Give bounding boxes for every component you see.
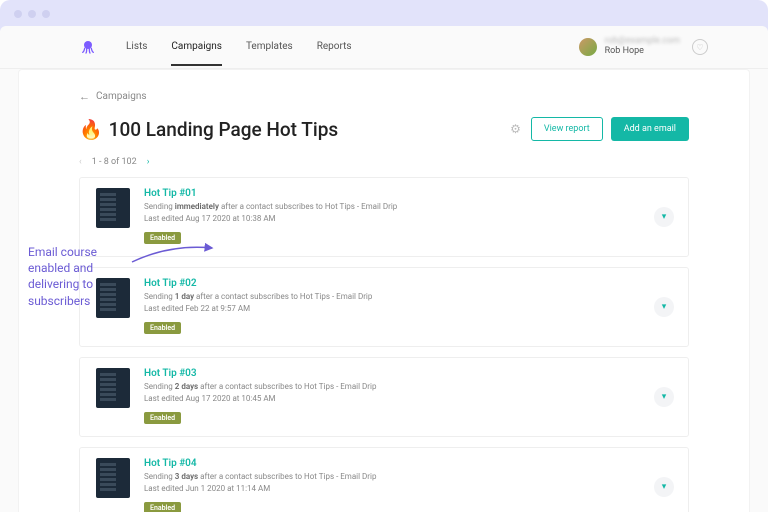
pager: ‹ 1 - 8 of 102 ›: [79, 157, 689, 167]
user-name: Rob Hope: [605, 47, 680, 57]
gear-icon[interactable]: ⚙: [510, 122, 521, 136]
pager-range: 1 - 8 of 102: [92, 157, 137, 167]
email-title: Hot Tip #02: [144, 278, 672, 289]
email-last-edited: Last edited Aug 17 2020 at 10:45 AM: [144, 393, 672, 405]
title-emoji-icon: 🔥: [79, 118, 103, 141]
email-thumbnail: [96, 188, 130, 228]
view-report-button[interactable]: View report: [531, 117, 603, 141]
window-controls: [0, 10, 768, 26]
expand-button[interactable]: ▾: [654, 387, 674, 407]
email-schedule: Sending 2 days after a contact subscribe…: [144, 381, 672, 393]
page-title: 🔥 100 Landing Page Hot Tips: [79, 118, 338, 141]
status-badge: Enabled: [144, 502, 181, 512]
email-thumbnail: [96, 368, 130, 408]
user-email: rob@example.com: [605, 37, 680, 47]
avatar: [579, 38, 597, 56]
add-email-button[interactable]: Add an email: [611, 117, 689, 141]
nav-item-campaigns[interactable]: Campaigns: [171, 29, 222, 66]
expand-button[interactable]: ▾: [654, 297, 674, 317]
user-menu[interactable]: rob@example.com Rob Hope: [579, 37, 680, 57]
email-schedule: Sending 1 day after a contact subscribes…: [144, 291, 672, 303]
email-last-edited: Last edited Feb 22 at 9:57 AM: [144, 303, 672, 315]
email-title: Hot Tip #04: [144, 458, 672, 469]
email-title: Hot Tip #01: [144, 188, 672, 199]
expand-button[interactable]: ▾: [654, 207, 674, 227]
email-last-edited: Last edited Jun 1 2020 at 11:14 AM: [144, 483, 672, 495]
breadcrumb[interactable]: ← Campaigns: [79, 90, 689, 103]
breadcrumb-label: Campaigns: [96, 91, 147, 102]
email-card[interactable]: Hot Tip #02 Sending 1 day after a contact…: [79, 267, 689, 347]
annotation-callout: Email course enabled and delivering to s…: [28, 244, 138, 309]
annotation-arrow-icon: [130, 242, 220, 270]
nav-item-reports[interactable]: Reports: [317, 29, 352, 66]
expand-button[interactable]: ▾: [654, 477, 674, 497]
pager-prev-icon: ‹: [79, 157, 82, 167]
email-last-edited: Last edited Aug 17 2020 at 10:38 AM: [144, 213, 672, 225]
email-card[interactable]: Hot Tip #03 Sending 2 days after a contac…: [79, 357, 689, 437]
email-schedule: Sending 3 days after a contact subscribe…: [144, 471, 672, 483]
email-thumbnail: [96, 458, 130, 498]
email-card[interactable]: Hot Tip #04 Sending 3 days after a contac…: [79, 447, 689, 512]
status-badge: Enabled: [144, 412, 181, 424]
pager-next-icon[interactable]: ›: [147, 157, 150, 167]
nav-item-templates[interactable]: Templates: [246, 29, 293, 66]
back-arrow-icon: ←: [79, 90, 90, 103]
top-nav: Lists Campaigns Templates Reports rob@examp…: [0, 26, 768, 69]
email-schedule: Sending immediately after a contact subs…: [144, 201, 672, 213]
favorite-icon[interactable]: ♡: [692, 39, 708, 55]
email-title: Hot Tip #03: [144, 368, 672, 379]
logo-icon[interactable]: [80, 39, 96, 55]
status-badge: Enabled: [144, 322, 181, 334]
nav-item-lists[interactable]: Lists: [126, 29, 147, 66]
